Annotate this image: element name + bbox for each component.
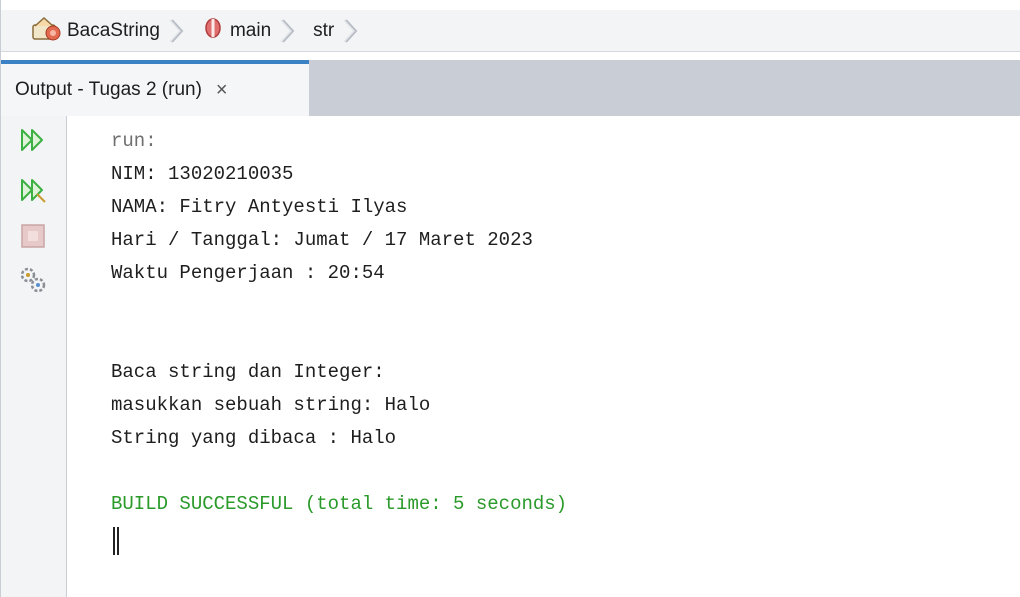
tab-output[interactable]: Output - Tugas 2 (run) ×: [1, 60, 309, 116]
console-line: Baca string dan Integer:: [111, 361, 385, 383]
console-line: NIM: 13020210035: [111, 163, 294, 185]
breadcrumb-label: str: [313, 19, 335, 41]
build-status-line: BUILD SUCCESSFUL (total time: 5 seconds): [111, 493, 568, 515]
chevron-right-icon: [280, 18, 295, 43]
breadcrumb-item-variable[interactable]: str: [313, 20, 334, 42]
output-tab-strip: Output - Tugas 2 (run) ×: [1, 60, 1020, 116]
breadcrumb: BacaString main str: [1, 0, 1020, 52]
output-toolbar: [1, 116, 67, 597]
text-cursor: [113, 527, 119, 555]
class-icon: [31, 15, 61, 47]
console-line: Hari / Tanggal: Jumat / 17 Maret 2023: [111, 229, 533, 251]
console-line: masukkan sebuah string: Halo: [111, 394, 431, 416]
console-line: run:: [111, 130, 157, 152]
chevron-right-icon: [169, 18, 184, 43]
console-line: NAMA: Fitry Antyesti Ilyas: [111, 196, 408, 218]
breadcrumb-item-class[interactable]: BacaString: [31, 15, 160, 47]
console-output[interactable]: run: NIM: 13020210035 NAMA: Fitry Antyes…: [111, 125, 567, 555]
breadcrumb-item-method[interactable]: main: [202, 17, 271, 45]
method-icon: [202, 17, 224, 45]
chevron-right-icon: [343, 18, 358, 43]
ide-output-window: BacaString main str Output - Tugas 2 (ru…: [0, 0, 1020, 597]
console-line: String yang dibaca : Halo: [111, 427, 397, 449]
console-line: Waktu Pengerjaan : 20:54: [111, 262, 385, 284]
tab-label: Output - Tugas 2 (run): [15, 79, 202, 100]
close-icon[interactable]: ×: [216, 79, 228, 102]
breadcrumb-label: main: [229, 19, 272, 41]
rerun-with-options-icon[interactable]: [19, 176, 47, 204]
stop-icon[interactable]: [19, 222, 47, 250]
breadcrumb-label: BacaString: [67, 19, 160, 41]
rerun-icon[interactable]: [19, 126, 47, 154]
settings-icon[interactable]: [19, 266, 47, 294]
